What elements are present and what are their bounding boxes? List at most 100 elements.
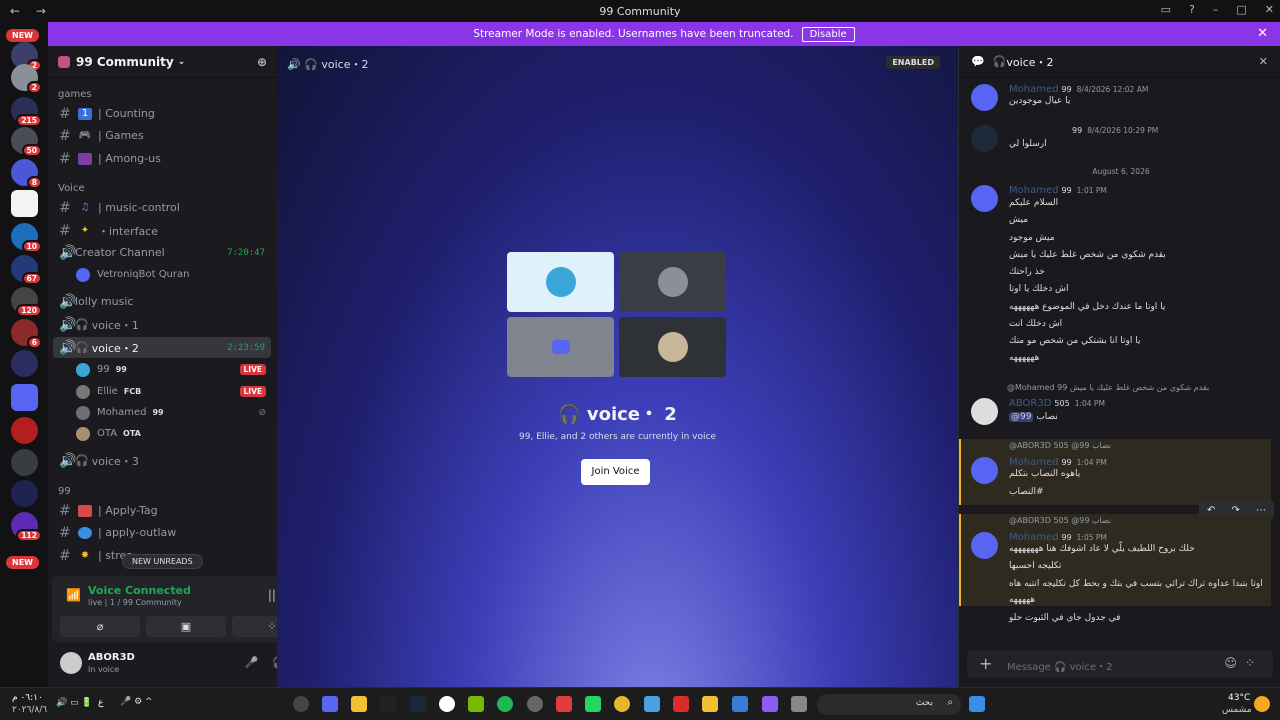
- microphone-icon[interactable]: 🎤: [245, 656, 259, 669]
- category-games[interactable]: games: [58, 89, 92, 100]
- new-pill-bottom[interactable]: NEW: [6, 556, 39, 569]
- voice-member[interactable]: OTA OTA: [76, 424, 266, 443]
- channel-among-us[interactable]: # | Among-us: [53, 148, 271, 169]
- language-indicator[interactable]: ع: [98, 698, 103, 708]
- emoji-icon[interactable]: ☺: [1224, 656, 1245, 670]
- folder-icon[interactable]: [11, 384, 38, 411]
- join-voice-button[interactable]: Join Voice: [581, 459, 650, 485]
- app-icon[interactable]: [293, 696, 309, 712]
- camera-off-button[interactable]: ⌀: [60, 616, 140, 637]
- participant-tile[interactable]: [619, 252, 726, 312]
- voice-member[interactable]: VetroniqBot Quran: [76, 265, 266, 284]
- server-icon[interactable]: 6: [11, 319, 42, 349]
- server-icon[interactable]: 112: [11, 512, 42, 542]
- server-icon[interactable]: [11, 190, 38, 217]
- message-line: في جدول جاي في الثبوت حلو: [1009, 613, 1121, 623]
- server-icon[interactable]: 67: [11, 255, 42, 285]
- new-unreads-button[interactable]: NEW UNREADS: [122, 554, 203, 569]
- reply-preview[interactable]: @Mohamed 99 بقدم شكوي من شخص غلط عليك يا…: [1007, 383, 1209, 392]
- nvidia-icon[interactable]: [468, 696, 484, 712]
- signal-icon[interactable]: 📶: [66, 588, 81, 602]
- voice-member[interactable]: Mohamed 99 ⊘: [76, 403, 266, 422]
- participant-tile[interactable]: [507, 317, 614, 377]
- nav-arrows-icon[interactable]: ← →: [10, 4, 52, 18]
- server-icon[interactable]: [11, 449, 38, 476]
- channel-voice-1[interactable]: 🔊 🎧 voice・1: [53, 314, 271, 335]
- server-icon[interactable]: 50: [11, 127, 42, 157]
- channel-games[interactable]: # 🎮 | Games: [53, 125, 271, 146]
- participant-tile[interactable]: [507, 252, 614, 312]
- steam-icon[interactable]: [410, 696, 426, 712]
- weather-sun-icon[interactable]: [1254, 696, 1270, 712]
- voice-member[interactable]: 99 99 LIVE: [76, 360, 266, 379]
- app-icon[interactable]: [673, 696, 689, 712]
- temperature[interactable]: 43°C: [1228, 693, 1250, 703]
- tray-icons[interactable]: 🔊 ▭ 🔋: [56, 698, 93, 708]
- server-list: NEW 2 2 215 50 8 10 67 120 6 112 NEW: [0, 22, 48, 687]
- weather-text[interactable]: مشمس: [1222, 705, 1252, 715]
- screen-share-button[interactable]: ▣: [146, 616, 226, 637]
- highlighted-message[interactable]: @ABOR3D 505 @99 نصاب Mohamed 99 1:05 PM خل…: [959, 514, 1271, 606]
- channel-music-control[interactable]: # ♫ | music-control: [53, 197, 271, 218]
- server-icon[interactable]: [11, 417, 38, 444]
- apps-icon[interactable]: ⁘: [1245, 656, 1263, 670]
- server-icon[interactable]: [11, 350, 38, 377]
- channel-creator[interactable]: 🔊 Creator Channel 7:20:47: [53, 242, 271, 263]
- headphones-icon: 🎧: [75, 318, 89, 331]
- discord-app-icon[interactable]: [322, 696, 338, 712]
- app-icon[interactable]: [791, 696, 807, 712]
- channel-lolly-music[interactable]: 🔊 lolly music: [53, 291, 271, 312]
- channel-counting[interactable]: #1 | Counting: [53, 103, 271, 124]
- server-icon[interactable]: 8: [11, 159, 42, 189]
- add-member-icon[interactable]: ⊕: [257, 55, 267, 69]
- app-icon[interactable]: [351, 696, 367, 712]
- server-icon[interactable]: 2: [11, 64, 42, 94]
- category-99[interactable]: 99: [58, 486, 71, 497]
- server-icon[interactable]: 10: [11, 223, 42, 253]
- app-icon[interactable]: [380, 696, 396, 712]
- channel-voice-2[interactable]: 🔊 🎧 voice・2 2:23:59: [53, 337, 271, 358]
- add-attachment-icon[interactable]: +: [979, 654, 992, 673]
- clock-time[interactable]: ٠٦:١٠ م: [12, 693, 43, 703]
- message-input[interactable]: + Message 🎧 voice・2 ☺⁘: [967, 650, 1273, 678]
- participant-tile[interactable]: [619, 317, 726, 377]
- taskbar-search[interactable]: بحث ⌕: [817, 694, 961, 715]
- file-explorer-icon[interactable]: [702, 696, 718, 712]
- server-icon[interactable]: 215: [11, 97, 42, 127]
- avatar: [657, 332, 688, 362]
- server-header[interactable]: 99 Community ⌄ ⊕: [48, 46, 277, 78]
- avatar: [545, 267, 576, 297]
- copilot-icon[interactable]: [762, 696, 778, 712]
- channel-apply-outlaw[interactable]: # | apply-outlaw: [53, 522, 271, 543]
- app-icon[interactable]: [644, 696, 660, 712]
- app-icon[interactable]: [439, 696, 455, 712]
- server-icon[interactable]: 120: [11, 287, 42, 317]
- store-icon[interactable]: [732, 696, 748, 712]
- avatar[interactable]: [60, 652, 82, 674]
- disable-button[interactable]: Disable: [801, 26, 855, 42]
- reply-preview: @ABOR3D 505 @99 نصاب: [1009, 516, 1112, 525]
- voice-member[interactable]: Ellie FCB LIVE: [76, 382, 266, 401]
- channel-interface[interactable]: # ✦ ・interface: [53, 220, 271, 241]
- window-controls[interactable]: ▭? – □ ✕: [1161, 3, 1274, 16]
- close-chat-icon[interactable]: ✕: [1259, 55, 1268, 68]
- whatsapp-icon[interactable]: [585, 696, 601, 712]
- server-icon[interactable]: [11, 480, 38, 507]
- app-icon[interactable]: [556, 696, 572, 712]
- windows-start-icon[interactable]: [969, 696, 985, 712]
- channel-apply-tag[interactable]: # | Apply-Tag: [53, 500, 271, 521]
- new-pill-top[interactable]: NEW: [6, 29, 39, 42]
- avatar: [76, 362, 90, 377]
- spotify-icon[interactable]: [497, 696, 513, 712]
- tray-icons-2[interactable]: 🎤 ⚙ ^: [120, 697, 153, 707]
- highlighted-message[interactable]: @ABOR3D 505 @99 نصاب Mohamed 99 1:04 PM يا…: [959, 439, 1271, 505]
- category-voice[interactable]: Voice: [58, 183, 85, 194]
- server-name: 99 Community: [76, 54, 174, 69]
- chrome-icon[interactable]: [614, 696, 630, 712]
- voice-sub[interactable]: live | 1 / 99 Community: [88, 598, 182, 607]
- close-banner-icon[interactable]: ✕: [1257, 26, 1268, 41]
- channel-voice-3[interactable]: 🔊 🎧 voice・3: [53, 450, 271, 471]
- clock-date[interactable]: ٢٠٢٦/٨/٦: [12, 705, 47, 715]
- app-icon[interactable]: [527, 696, 543, 712]
- headphones-icon: 🎧: [75, 454, 89, 467]
